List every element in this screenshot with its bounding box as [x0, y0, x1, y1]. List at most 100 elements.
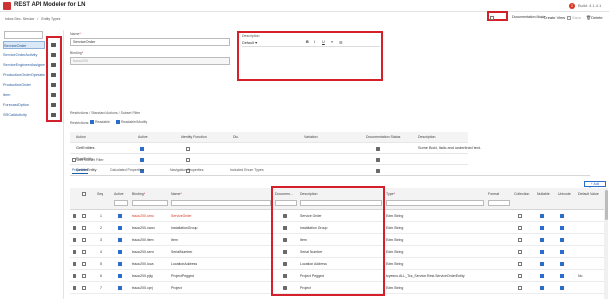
collection-checkbox[interactable]	[518, 238, 522, 243]
collection-checkbox[interactable]	[518, 214, 522, 219]
binding-cell[interactable]: tssoc200.cwoc	[132, 222, 155, 234]
unicode-checkbox[interactable]	[560, 238, 564, 243]
filter-name[interactable]	[171, 200, 271, 206]
tab-navigation-properties[interactable]: Navigation Properties	[170, 168, 203, 172]
row-drag-icon[interactable]	[73, 226, 76, 230]
sidebar-item-serviceorder[interactable]: ServiceOrder	[3, 41, 45, 49]
active-checkbox[interactable]	[118, 262, 122, 267]
row-select-checkbox[interactable]	[82, 286, 86, 291]
nullable-checkbox[interactable]	[540, 286, 544, 291]
breadcrumb-item[interactable]: Inbox Dec. Service	[5, 17, 34, 21]
add-property-button[interactable]: + Add Property	[584, 181, 606, 191]
sidebar-item-serviceengineerassignment[interactable]: ServiceEngineerAssignment	[3, 61, 45, 69]
delete-button[interactable]: 🗑Delete	[586, 15, 603, 20]
unicode-checkbox[interactable]	[560, 262, 564, 267]
row-drag-icon[interactable]	[73, 262, 76, 266]
col-type[interactable]: Type*	[386, 192, 395, 196]
col-seq[interactable]: Seq	[97, 192, 103, 196]
binding-cell[interactable]: tssoc200.sern	[132, 246, 154, 258]
tab-included-enum-types[interactable]: Included Enum Types	[230, 168, 264, 172]
row-drag-icon[interactable]	[73, 286, 76, 290]
numbered-list-button[interactable]: ☰	[339, 40, 342, 45]
select-all-checkbox[interactable]	[82, 192, 86, 197]
collection-checkbox[interactable]	[518, 286, 522, 291]
nullable-checkbox[interactable]	[540, 238, 544, 243]
row-drag-icon[interactable]	[73, 250, 76, 254]
row-drag-icon[interactable]	[73, 274, 76, 278]
name-cell[interactable]: Item	[171, 234, 178, 246]
sidebar-item-item[interactable]: Item	[3, 91, 45, 99]
doc-mode-toggle[interactable]	[490, 15, 494, 20]
nullable-checkbox[interactable]	[540, 214, 544, 219]
doc-mode-checkbox[interactable]	[490, 15, 494, 20]
notification-badge[interactable]: 2	[569, 3, 575, 9]
readable-radio[interactable]: Readable	[90, 120, 110, 125]
sidebar-item-forecastoption[interactable]: ForecastOption	[3, 101, 45, 109]
name-cell[interactable]: LocationAddress	[171, 258, 197, 270]
identity-checkbox[interactable]	[186, 146, 190, 151]
nullable-checkbox[interactable]	[540, 226, 544, 231]
doc-status-icon[interactable]	[51, 103, 56, 107]
name-cell[interactable]: Project	[171, 282, 182, 294]
row-select-checkbox[interactable]	[82, 214, 86, 219]
sidebar-item-serviceorderactivity[interactable]: ServiceOrderActivity	[3, 51, 45, 59]
add-subset-filter[interactable]: Add Subset Filter	[72, 158, 104, 163]
row-drag-icon[interactable]	[73, 214, 76, 218]
unicode-checkbox[interactable]	[560, 226, 564, 231]
nullable-checkbox[interactable]	[540, 250, 544, 255]
binding-cell[interactable]: tssoc200.item	[132, 234, 154, 246]
type-cell[interactable]: Edm.String	[386, 222, 403, 234]
doc-status-icon[interactable]	[51, 73, 56, 77]
active-checkbox[interactable]	[118, 238, 122, 243]
sidebar-item-srcallactivity[interactable]: SRCallActivity	[3, 111, 45, 119]
radio-readable-modify[interactable]	[116, 120, 120, 125]
doc-status-icon[interactable]	[51, 113, 56, 117]
row-select-checkbox[interactable]	[82, 250, 86, 255]
active-checkbox[interactable]	[118, 214, 122, 219]
underline-button[interactable]: U	[322, 40, 325, 44]
unicode-checkbox[interactable]	[560, 274, 564, 279]
doc-status-icon[interactable]	[51, 83, 56, 87]
type-cell[interactable]: Edm.String	[386, 246, 403, 258]
table-row[interactable]: PostEntity	[70, 154, 468, 165]
active-checkbox[interactable]	[118, 274, 122, 279]
tab-properties[interactable]: Properties	[72, 168, 88, 174]
col-default-value[interactable]: Default Value	[578, 192, 599, 196]
col-format[interactable]: Format	[488, 192, 499, 196]
grid-scrollbar[interactable]	[604, 188, 608, 299]
nullable-checkbox[interactable]	[540, 262, 544, 267]
doc-status-icon[interactable]	[376, 158, 380, 162]
name-cell[interactable]: ProjectPegged	[171, 270, 194, 282]
active-checkbox[interactable]	[118, 226, 122, 231]
doc-status-icon[interactable]	[51, 53, 56, 57]
type-cell[interactable]: tcyesno.ALL_Tcs_Service.Rest.ServiceOrde…	[386, 270, 465, 282]
readable-modify-radio[interactable]: Readable/Modify	[116, 120, 147, 125]
collection-checkbox[interactable]	[518, 250, 522, 255]
rte-style-select[interactable]: Default ▾	[242, 40, 257, 45]
collection-checkbox[interactable]	[518, 226, 522, 231]
breadcrumb-item[interactable]: Entity Types	[41, 17, 60, 21]
binding-cell[interactable]: tssoc200.orno	[132, 210, 154, 222]
name-cell[interactable]: ServiceOrder	[171, 210, 192, 222]
doc-status-icon[interactable]	[51, 43, 56, 47]
save-button[interactable]: Save	[567, 15, 581, 20]
active-checkbox[interactable]	[140, 157, 144, 162]
collection-checkbox[interactable]	[518, 274, 522, 279]
table-row[interactable]: GetEntities Some Bold, Italic and underl…	[70, 143, 481, 154]
default-value-cell[interactable]: No	[578, 270, 582, 282]
filter-format[interactable]	[488, 200, 510, 206]
active-checkbox[interactable]	[140, 146, 144, 151]
unicode-checkbox[interactable]	[560, 250, 564, 255]
binding-cell[interactable]: tssoc200.cprj	[132, 282, 153, 294]
nullable-checkbox[interactable]	[540, 274, 544, 279]
row-select-checkbox[interactable]	[82, 262, 86, 267]
col-collection[interactable]: Collection	[514, 192, 529, 196]
name-cell[interactable]: InstallationGroup	[171, 222, 197, 234]
name-cell[interactable]: SerialNumber	[171, 246, 192, 258]
bullet-list-button[interactable]: ≡	[331, 40, 333, 44]
active-checkbox[interactable]	[118, 286, 122, 291]
doc-status-icon[interactable]	[376, 147, 380, 151]
sidebar-item-productionorder[interactable]: ProductionOrder	[3, 81, 45, 89]
row-select-checkbox[interactable]	[82, 226, 86, 231]
radio-readable[interactable]	[90, 120, 94, 125]
